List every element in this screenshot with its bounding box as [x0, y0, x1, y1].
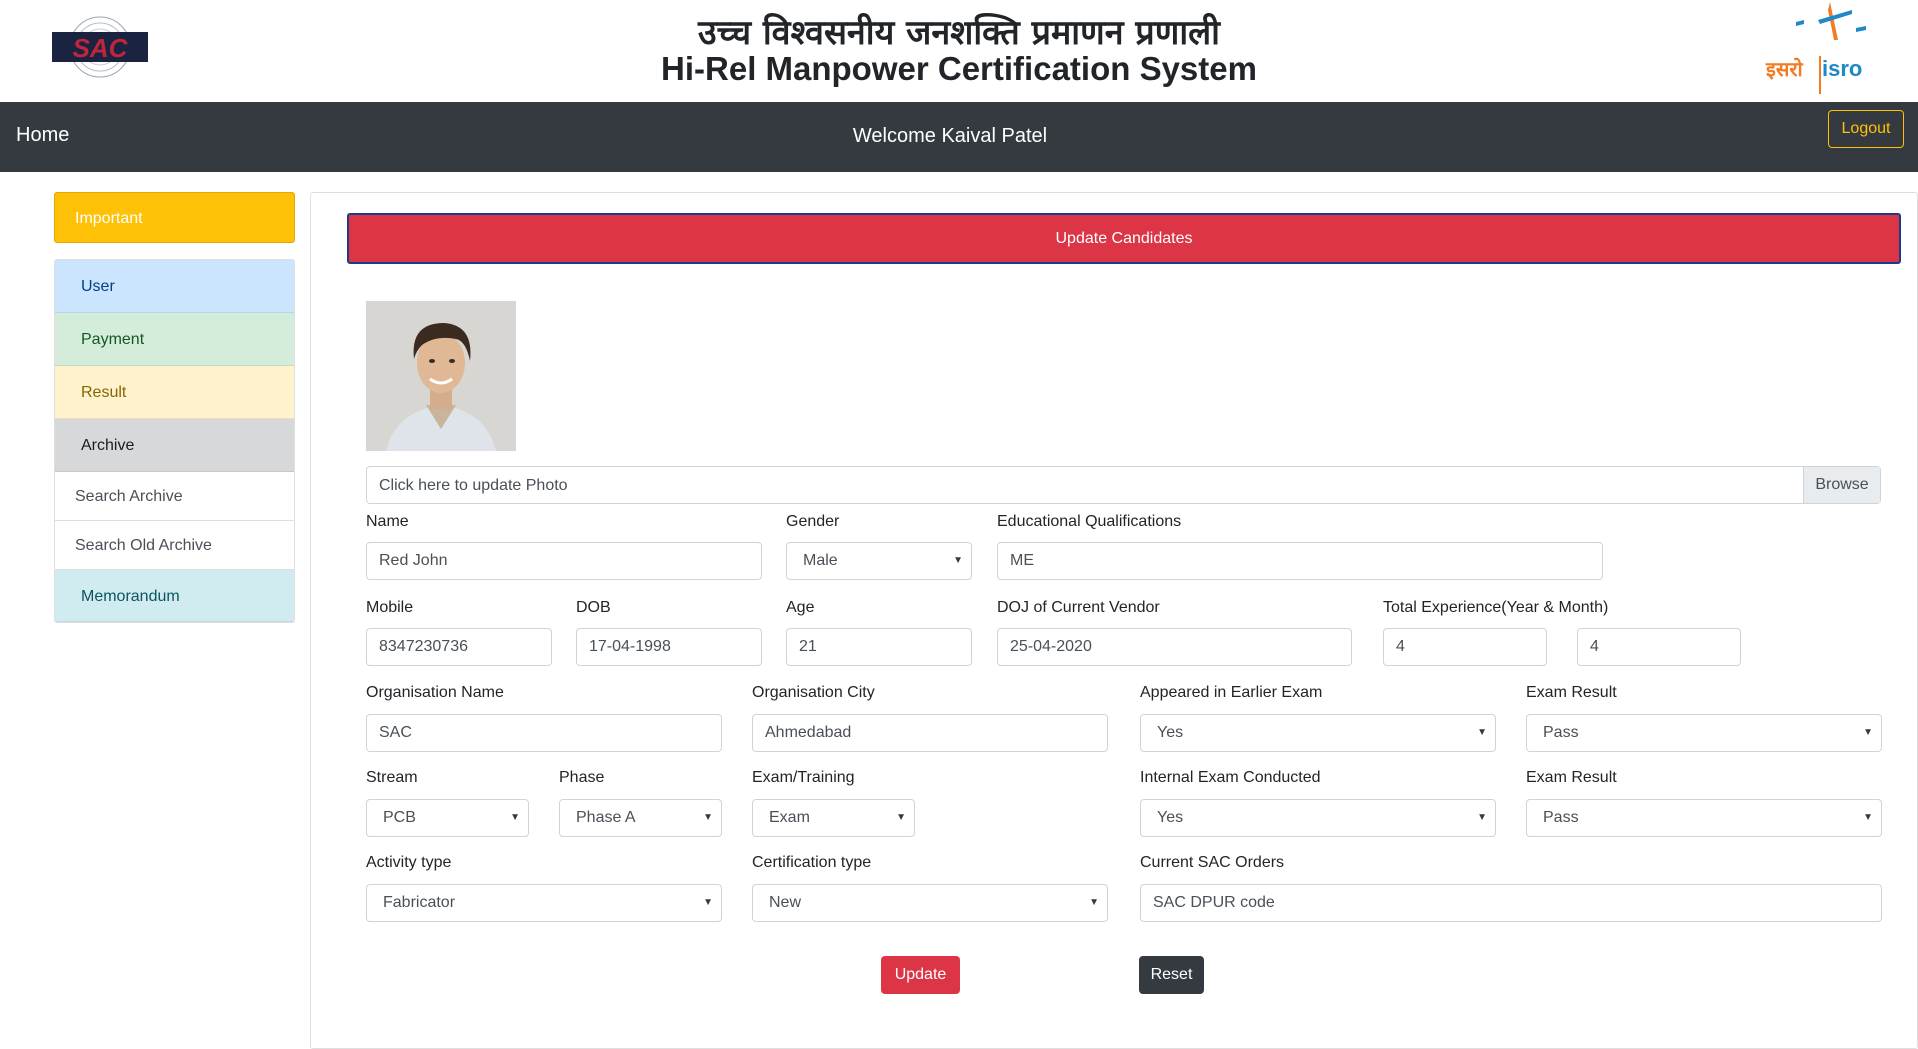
earlier-exam-value: Yes: [1157, 724, 1184, 741]
chevron-down-icon: ▼: [953, 555, 963, 566]
activity-value: Fabricator: [383, 894, 456, 911]
internal-exam-select[interactable]: Yes ▼: [1140, 799, 1496, 837]
gender-label: Gender: [786, 513, 840, 530]
edu-label: Educational Qualifications: [997, 513, 1182, 530]
dob-input[interactable]: 17-04-1998: [576, 628, 762, 666]
exam-training-select[interactable]: Exam ▼: [752, 799, 915, 837]
sac-orders-input[interactable]: SAC DPUR code: [1140, 884, 1882, 922]
sidebar-important-header: Important: [54, 192, 295, 243]
activity-select[interactable]: Fabricator ▼: [366, 884, 722, 922]
exam-result-label: Exam Result: [1526, 684, 1617, 701]
mobile-input[interactable]: 8347230736: [366, 628, 552, 666]
experience-years-input[interactable]: 4: [1383, 628, 1547, 666]
page-title-hindi: उच्च विश्वसनीय जनशक्ति प्रमाणन प्रणाली: [698, 13, 1220, 53]
svg-text:इसरो: इसरो: [1765, 57, 1804, 81]
photo-file-label: Click here to update Photo: [379, 477, 568, 494]
mobile-label: Mobile: [366, 599, 414, 616]
phase-label: Phase: [559, 769, 605, 786]
gender-value: Male: [803, 552, 838, 569]
welcome-text: Welcome Kaival Patel: [852, 125, 1048, 147]
org-city-input[interactable]: Ahmedabad: [752, 714, 1108, 752]
logout-button[interactable]: Logout: [1828, 110, 1904, 148]
doj-label: DOJ of Current Vendor: [997, 599, 1160, 616]
sidebar-menu: User Payment Result Archive Search Archi…: [54, 259, 295, 623]
exam-result-2-value: Pass: [1543, 809, 1579, 826]
org-city-label: Organisation City: [752, 684, 875, 701]
cert-type-label: Certification type: [752, 854, 872, 871]
site-header: SAC उच्च विश्वसनीय जनशक्ति प्रमाणन प्रणा…: [0, 0, 1918, 102]
sidebar-item-memorandum[interactable]: Memorandum: [55, 570, 294, 622]
sidebar-item-result[interactable]: Result: [55, 366, 294, 419]
sidebar-item-user[interactable]: User: [55, 260, 294, 313]
browse-button[interactable]: Browse: [1803, 467, 1880, 503]
sidebar-item-archive[interactable]: Archive: [55, 419, 294, 472]
panel-banner: Update Candidates: [347, 213, 1901, 264]
exam-result-select[interactable]: Pass ▼: [1526, 714, 1882, 752]
update-candidate-panel: Update Candidates Click here to update P…: [310, 192, 1918, 1049]
chevron-down-icon: ▼: [1863, 727, 1873, 738]
sidebar-item-search-old-archive[interactable]: Search Old Archive: [55, 521, 294, 570]
name-label: Name: [366, 513, 409, 530]
page-title: Hi-Rel Manpower Certification System: [661, 50, 1257, 87]
gender-select[interactable]: Male ▼: [786, 542, 972, 580]
phase-value: Phase A: [576, 809, 636, 826]
sac-orders-label: Current SAC Orders: [1140, 854, 1285, 871]
age-input[interactable]: 21: [786, 628, 972, 666]
experience-label: Total Experience(Year & Month): [1383, 599, 1609, 616]
update-button[interactable]: Update: [881, 956, 960, 994]
stream-value: PCB: [383, 809, 416, 826]
chevron-down-icon: ▼: [1863, 812, 1873, 823]
exam-result-value: Pass: [1543, 724, 1579, 741]
chevron-down-icon: ▼: [1089, 897, 1099, 908]
sidebar-item-payment[interactable]: Payment: [55, 313, 294, 366]
top-navbar: Home Welcome Kaival Patel Logout: [0, 102, 1918, 172]
exam-training-value: Exam: [769, 809, 810, 826]
chevron-down-icon: ▼: [1477, 727, 1487, 738]
org-name-input[interactable]: SAC: [366, 714, 722, 752]
dob-label: DOB: [576, 599, 611, 616]
candidate-photo: [366, 301, 516, 451]
photo-file-input[interactable]: Click here to update Photo Browse: [366, 466, 1881, 504]
cert-type-select[interactable]: New ▼: [752, 884, 1108, 922]
experience-months-input[interactable]: 4: [1577, 628, 1741, 666]
stream-label: Stream: [366, 769, 418, 786]
internal-exam-label: Internal Exam Conducted: [1140, 769, 1321, 786]
exam-training-label: Exam/Training: [752, 769, 855, 786]
earlier-exam-label: Appeared in Earlier Exam: [1140, 684, 1323, 701]
phase-select[interactable]: Phase A ▼: [559, 799, 722, 837]
cert-type-value: New: [769, 894, 802, 911]
reset-button[interactable]: Reset: [1139, 956, 1204, 994]
exam-result-2-select[interactable]: Pass ▼: [1526, 799, 1882, 837]
sidebar-item-search-archive[interactable]: Search Archive: [55, 472, 294, 521]
age-label: Age: [786, 599, 815, 616]
chevron-down-icon: ▼: [896, 812, 906, 823]
svg-text:isro: isro: [1822, 56, 1862, 81]
chevron-down-icon: ▼: [703, 812, 713, 823]
doj-input[interactable]: 25-04-2020: [997, 628, 1352, 666]
earlier-exam-select[interactable]: Yes ▼: [1140, 714, 1496, 752]
org-name-label: Organisation Name: [366, 684, 504, 701]
chevron-down-icon: ▼: [1477, 812, 1487, 823]
internal-exam-value: Yes: [1157, 809, 1184, 826]
isro-logo: इसरो isro: [1765, 2, 1866, 94]
activity-label: Activity type: [366, 854, 452, 871]
chevron-down-icon: ▼: [703, 897, 713, 908]
exam-result-2-label: Exam Result: [1526, 769, 1617, 786]
name-input[interactable]: Red John: [366, 542, 762, 580]
edu-input[interactable]: ME: [997, 542, 1603, 580]
stream-select[interactable]: PCB ▼: [366, 799, 529, 837]
sidebar: Important User Payment Result Archive Se…: [54, 192, 295, 623]
chevron-down-icon: ▼: [510, 812, 520, 823]
